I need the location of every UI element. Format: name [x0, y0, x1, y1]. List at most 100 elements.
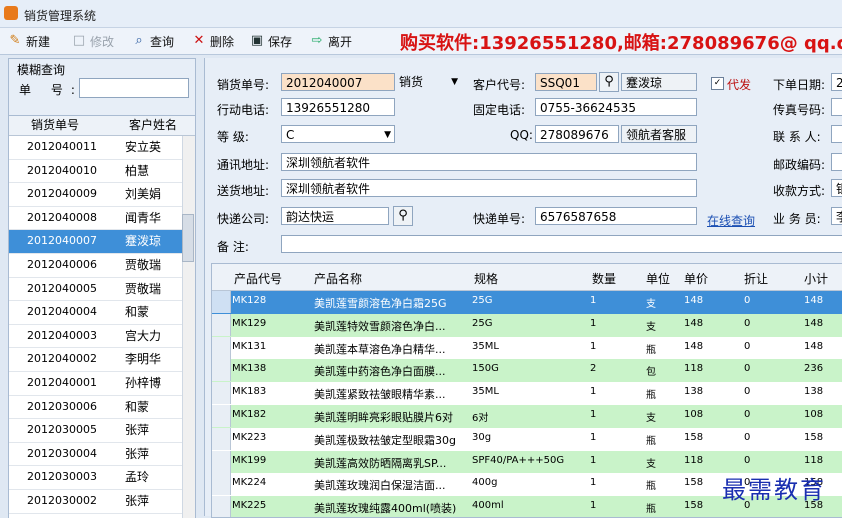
query-button[interactable]: ⌕查询: [132, 32, 174, 50]
type-select[interactable]: 销货▼: [395, 73, 461, 91]
order-no-cell: 2012030003: [9, 466, 121, 489]
delete-icon: ✕: [192, 34, 206, 48]
chevron-down-icon: ▼: [451, 73, 458, 91]
contact-field[interactable]: [831, 125, 842, 143]
zip-field[interactable]: [831, 153, 842, 171]
fuzzy-query-title: 模糊查询: [17, 61, 65, 78]
customer-code-label: 客户代号:: [473, 76, 525, 93]
courier-search-button[interactable]: ⚲: [393, 206, 413, 226]
order-list-row[interactable]: 2012040006贾敬瑞: [9, 254, 195, 278]
customer-name-cell: 贾敬瑞: [121, 254, 189, 277]
order-date-field[interactable]: 20: [831, 73, 842, 91]
row-indicator[interactable]: [212, 291, 231, 313]
qty-cell: 2: [590, 363, 642, 374]
qq-field[interactable]: 278089676: [535, 125, 619, 143]
scroll-thumb[interactable]: [182, 214, 194, 262]
row-indicator[interactable]: [212, 359, 231, 381]
order-no-header[interactable]: 销货单号: [9, 116, 125, 135]
order-no-cell: 2012040004: [9, 301, 121, 324]
order-no-field[interactable]: 2012040007: [281, 73, 395, 91]
row-indicator[interactable]: [212, 496, 231, 518]
level-select[interactable]: C▼: [281, 125, 395, 143]
order-list-row[interactable]: 2012040004和蒙: [9, 301, 195, 325]
order-list-row[interactable]: 2012040002李明华: [9, 348, 195, 372]
col-name-header[interactable]: 产品名称: [314, 270, 362, 287]
order-list-row[interactable]: 2012030003孟玲: [9, 466, 195, 490]
customer-search-button[interactable]: ⚲: [599, 72, 619, 92]
exit-button[interactable]: ⇨离开: [310, 32, 352, 50]
fuzzy-order-input[interactable]: [79, 78, 189, 98]
payment-field[interactable]: 银: [831, 179, 842, 197]
row-indicator[interactable]: [212, 382, 231, 404]
row-indicator[interactable]: [212, 473, 231, 495]
order-list-row[interactable]: 2012040005贾敬瑞: [9, 278, 195, 302]
qty-cell: 1: [590, 295, 642, 306]
row-indicator[interactable]: [212, 337, 231, 359]
order-list-row[interactable]: 2012040001孙梓博: [9, 372, 195, 396]
col-spec-header[interactable]: 规格: [474, 270, 498, 287]
spec-cell: SPF40/PA+++50G: [472, 455, 586, 466]
col-discount-header[interactable]: 折让: [744, 270, 768, 287]
spec-cell: 35ML: [472, 341, 586, 352]
subtotal-cell: 148: [804, 318, 842, 329]
save-icon: ▣: [250, 34, 264, 48]
product-row[interactable]: MK223美凯莲极致祛皱定型眼霜30g30g1瓶1580158: [212, 428, 842, 451]
order-list-row[interactable]: 2012030004张萍: [9, 443, 195, 467]
unit-cell: 瓶: [646, 477, 680, 492]
order-list-row[interactable]: 2012030005张萍: [9, 419, 195, 443]
customer-name-cell: 刘美娟: [121, 183, 189, 206]
product-row[interactable]: MK131美凯莲本草溶色净白精华...35ML1瓶1480148: [212, 337, 842, 360]
customer-name-field: 蹇泼琼: [621, 73, 697, 91]
courier-field[interactable]: 韵达快运: [281, 207, 389, 225]
customer-code-field[interactable]: SSQ01: [535, 73, 597, 91]
qq-note-field: 领航者客服: [621, 125, 697, 143]
order-no-cell: 2012040006: [9, 254, 121, 277]
order-list-scrollbar[interactable]: [182, 136, 195, 518]
edit-button[interactable]: □修改: [72, 32, 114, 50]
salesman-field[interactable]: 李: [831, 207, 842, 225]
fax-field[interactable]: [831, 98, 842, 116]
unit-cell: 瓶: [646, 341, 680, 356]
order-list-row[interactable]: 2012040009刘美娟: [9, 183, 195, 207]
order-list-row[interactable]: 2012040011安立英: [9, 136, 195, 160]
product-row[interactable]: MK183美凯莲紧致祛皱眼精华素...35ML1瓶1380138: [212, 382, 842, 405]
order-list-row[interactable]: 2012040003宫大力: [9, 325, 195, 349]
online-query-link[interactable]: 在线查询: [707, 212, 755, 229]
order-list-row[interactable]: 2012030002张萍: [9, 490, 195, 514]
row-indicator[interactable]: [212, 451, 231, 473]
row-indicator[interactable]: [212, 428, 231, 450]
delivery-field[interactable]: 深圳领航者软件: [281, 179, 697, 197]
col-subtotal-header[interactable]: 小计: [804, 270, 828, 287]
qty-cell: 1: [590, 432, 642, 443]
customer-name-header[interactable]: 客户姓名: [125, 116, 193, 135]
order-list-row[interactable]: 2012040007蹇泼琼: [9, 230, 195, 254]
col-unit-header[interactable]: 单位: [646, 270, 670, 287]
product-row[interactable]: MK138美凯莲中药溶色净白面膜...150G2包1180236: [212, 359, 842, 382]
mobile-field[interactable]: 13926551280: [281, 98, 395, 116]
order-list-row[interactable]: 2012040010柏慧: [9, 160, 195, 184]
address-field[interactable]: 深圳领航者软件: [281, 153, 697, 171]
product-row[interactable]: MK182美凯莲明眸亮彩眼贴膜片6对6对1支1080108: [212, 405, 842, 428]
order-list-row[interactable]: 2012040008闻青华: [9, 207, 195, 231]
price-cell: 138: [684, 386, 740, 397]
unit-cell: 支: [646, 455, 680, 470]
delete-button[interactable]: ✕删除: [192, 32, 234, 50]
phone-field[interactable]: 0755-36624535: [535, 98, 697, 116]
col-qty-header[interactable]: 数量: [592, 270, 616, 287]
row-indicator[interactable]: [212, 314, 231, 336]
proxy-checkbox[interactable]: ✓: [711, 77, 724, 90]
order-list-row[interactable]: 2012030006和蒙: [9, 396, 195, 420]
product-row[interactable]: MK129美凯莲特效雪颜溶色净白...25G1支1480148: [212, 314, 842, 337]
row-indicator[interactable]: [212, 405, 231, 427]
level-label: 等 级:: [217, 128, 249, 145]
new-button[interactable]: ✎新建: [8, 32, 50, 50]
remark-field[interactable]: [281, 235, 842, 253]
discount-cell: 0: [744, 318, 800, 329]
save-button[interactable]: ▣保存: [250, 32, 292, 50]
col-code-header[interactable]: 产品代号: [234, 270, 282, 287]
product-row[interactable]: MK128美凯莲雪颜溶色净白霜25G25G1支1480148: [212, 291, 842, 314]
tracking-field[interactable]: 6576587658: [535, 207, 697, 225]
title-bar: 销货管理系统: [0, 0, 842, 28]
spec-cell: 400g: [472, 477, 586, 488]
col-price-header[interactable]: 单价: [684, 270, 708, 287]
